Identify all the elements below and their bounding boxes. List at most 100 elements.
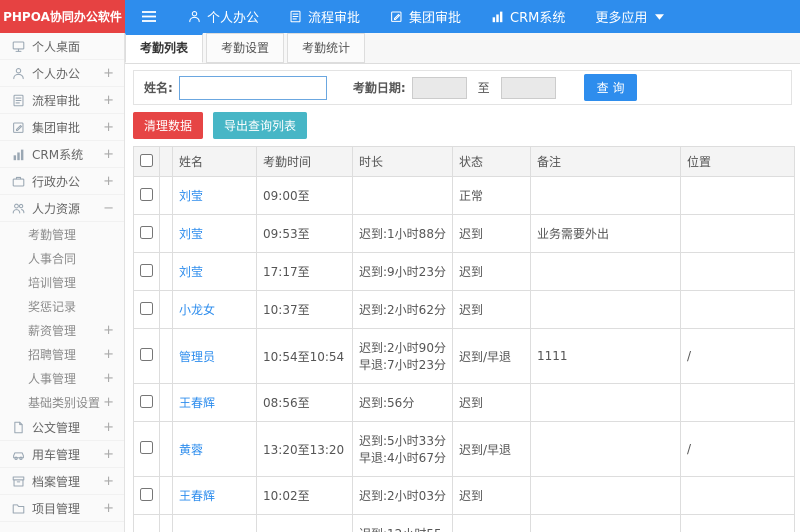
nav-item-personal-office[interactable]: 个人办公: [173, 0, 274, 33]
car-icon: [12, 448, 25, 461]
expand-icon[interactable]: +: [103, 120, 114, 135]
sidebar-item-personal-desktop[interactable]: 个人桌面: [0, 33, 124, 60]
row-checkbox[interactable]: [140, 487, 153, 501]
row-checkbox[interactable]: [140, 301, 153, 315]
sidebar-item-label: 招聘管理: [28, 347, 77, 362]
header-location[interactable]: 位置: [680, 146, 795, 177]
archive-icon: [12, 475, 25, 488]
expand-icon[interactable]: +: [103, 420, 114, 435]
row-checkbox[interactable]: [140, 225, 153, 239]
expand-icon[interactable]: +: [103, 93, 114, 108]
expand-icon[interactable]: +: [103, 147, 114, 162]
attendance-time-cell: 10:02至: [256, 476, 353, 515]
collapse-icon[interactable]: −: [103, 201, 114, 216]
row-checkbox[interactable]: [140, 187, 153, 201]
employee-name-link[interactable]: 黄蓉: [179, 443, 203, 457]
sidebar-item-personnel-management[interactable]: 人事管理 +: [0, 366, 124, 390]
sidebar-item-personal-office[interactable]: 个人办公 +: [0, 60, 124, 87]
caret-down-icon: [655, 13, 665, 20]
sidebar-item-basic-category-settings[interactable]: 基础类别设置 +: [0, 390, 124, 414]
nav-item-group-approval[interactable]: 集团审批: [375, 0, 476, 33]
employee-name-link[interactable]: 王春辉: [179, 396, 215, 410]
employee-name-link[interactable]: 王春辉: [179, 489, 215, 503]
employee-name-link[interactable]: 刘莹: [179, 265, 203, 279]
row-spacer-cell: [159, 252, 173, 291]
sidebar-item-vehicle-management[interactable]: 用车管理 +: [0, 441, 124, 468]
header-status[interactable]: 状态: [452, 146, 531, 177]
date-from-input[interactable]: [411, 76, 467, 99]
expand-icon[interactable]: +: [103, 371, 114, 386]
search-button[interactable]: 查 询: [583, 74, 638, 101]
expand-icon[interactable]: +: [103, 501, 114, 516]
duration-cell: 迟到:12小时55分: [352, 514, 453, 532]
clear-data-button[interactable]: 清理数据: [133, 112, 204, 139]
sidebar-item-attendance-management[interactable]: 考勤管理: [0, 222, 124, 246]
sidebar-item-workflow-approval[interactable]: 流程审批 +: [0, 87, 124, 114]
status-cell: 迟到: [452, 514, 531, 532]
expand-icon[interactable]: +: [103, 447, 114, 462]
row-checkbox[interactable]: [140, 263, 153, 277]
header-time[interactable]: 考勤时间: [256, 146, 353, 177]
sidebar-item-archive-management[interactable]: 档案管理 +: [0, 468, 124, 495]
table-header-row: 姓名 考勤时间 时长 状态 备注 位置: [133, 146, 795, 177]
duration-cell: 迟到:1小时88分: [352, 214, 453, 253]
row-spacer-cell: [159, 421, 173, 477]
expand-icon[interactable]: +: [103, 66, 114, 81]
date-to-input[interactable]: [500, 76, 556, 99]
sidebar-item-personnel-contract[interactable]: 人事合同: [0, 246, 124, 270]
expand-icon[interactable]: +: [103, 474, 114, 489]
sidebar-item-group-approval[interactable]: 集团审批 +: [0, 114, 124, 141]
row-spacer-cell: [159, 514, 173, 532]
sidebar-item-crm-system[interactable]: CRM系统 +: [0, 141, 124, 168]
status-cell: 迟到: [452, 252, 531, 291]
location-cell: /: [680, 328, 795, 384]
location-cell: [680, 252, 795, 291]
row-checkbox[interactable]: [140, 348, 153, 361]
sidebar-item-recruitment-management[interactable]: 招聘管理 +: [0, 342, 124, 366]
status-cell: 迟到: [452, 290, 531, 329]
tab-attendance-settings[interactable]: 考勤设置: [206, 33, 285, 63]
row-checkbox[interactable]: [140, 441, 153, 454]
chart-icon: [12, 148, 25, 161]
expand-icon[interactable]: +: [103, 395, 114, 410]
sidebar: 个人桌面 个人办公 + 流程审批 + 集团审批 + CRM系统 + 行政办公 + 人力资源 − 考勤管理人…: [0, 33, 125, 532]
sidebar-item-project-management[interactable]: 项目管理 +: [0, 495, 124, 522]
menu-icon[interactable]: [125, 0, 173, 33]
table-row: 王春辉 08:56至 迟到:56分 迟到: [133, 383, 795, 422]
sidebar-item-admin-office[interactable]: 行政办公 +: [0, 168, 124, 195]
export-list-button[interactable]: 导出查询列表: [213, 112, 308, 139]
nav-item-workflow-approval[interactable]: 流程审批: [274, 0, 375, 33]
sidebar-item-training-management[interactable]: 培训管理: [0, 270, 124, 294]
nav-item-crm-system[interactable]: CRM系统: [476, 0, 580, 33]
sidebar-item-salary-management[interactable]: 薪资管理 +: [0, 318, 124, 342]
employee-name-link[interactable]: 刘莹: [179, 227, 203, 241]
expand-icon[interactable]: +: [103, 323, 114, 338]
name-filter-input[interactable]: [178, 75, 327, 100]
expand-icon[interactable]: +: [103, 347, 114, 362]
user-icon: [188, 10, 201, 23]
header-name[interactable]: 姓名: [172, 146, 257, 177]
sidebar-item-label: 奖惩记录: [28, 299, 77, 314]
sidebar-item-document-management[interactable]: 公文管理 +: [0, 414, 124, 441]
status-cell: 正常: [452, 176, 531, 215]
header-duration[interactable]: 时长: [352, 146, 453, 177]
row-checkbox[interactable]: [140, 394, 153, 408]
app-logo[interactable]: PHPOA协同办公软件: [0, 0, 125, 33]
sidebar-item-human-resources[interactable]: 人力资源 −: [0, 195, 124, 222]
select-all-checkbox[interactable]: [140, 153, 153, 167]
sidebar-item-reward-punishment[interactable]: 奖惩记录: [0, 294, 124, 318]
table-row: 黄蓉 13:20至13:20 迟到:5小时33分 早退:4小时67分 迟到/早退 /: [133, 421, 795, 477]
status-cell: 迟到: [452, 383, 531, 422]
edit-icon: [390, 10, 403, 23]
tab-attendance-stats[interactable]: 考勤统计: [287, 33, 366, 63]
employee-name-link[interactable]: 刘莹: [179, 189, 203, 203]
tab-attendance-list[interactable]: 考勤列表: [125, 33, 204, 63]
header-note[interactable]: 备注: [530, 146, 681, 177]
expand-icon[interactable]: +: [103, 174, 114, 189]
location-cell: [680, 383, 795, 422]
location-cell: /: [680, 421, 795, 477]
employee-name-link[interactable]: 管理员: [179, 350, 215, 364]
nav-item-more-apps[interactable]: 更多应用: [580, 0, 679, 33]
employee-name-link[interactable]: 小龙女: [179, 303, 215, 317]
doc-icon: [12, 421, 25, 434]
